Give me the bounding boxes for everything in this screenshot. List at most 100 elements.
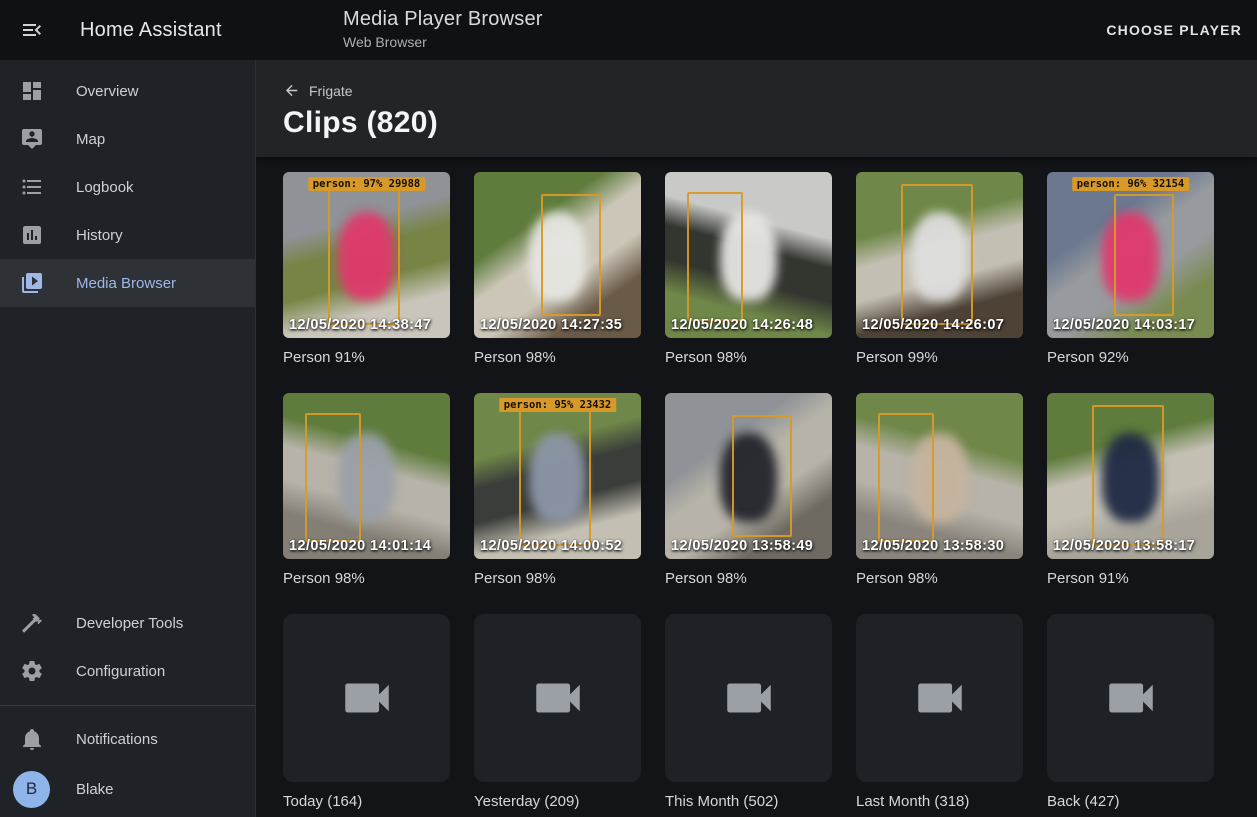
- detection-label: person: 96% 32154: [1072, 177, 1189, 191]
- detection-bbox: [687, 192, 744, 321]
- clip-caption: Person 91%: [1047, 570, 1214, 588]
- folder-card: [856, 614, 1023, 782]
- media-folder-tile[interactable]: Last Month (318): [856, 614, 1023, 811]
- media-clip-tile[interactable]: person: 97% 29988 12/05/2020 14:38:47 Pe…: [283, 172, 450, 367]
- media-clip-tile[interactable]: 12/05/2020 14:26:48 Person 98%: [665, 172, 832, 367]
- format-list-bulleted-icon: [20, 175, 44, 199]
- play-box-multiple-icon: [20, 271, 44, 295]
- detection-bbox: [519, 405, 591, 546]
- folder-card: [283, 614, 450, 782]
- sidebar-main-list: Overview Map Logbook History Media Brows…: [0, 60, 255, 307]
- hammer-icon: [20, 611, 44, 635]
- clip-timestamp-overlay: 12/05/2020 14:27:35: [480, 317, 622, 333]
- folder-caption: Yesterday (209): [474, 793, 641, 811]
- sidebar-item-media-browser[interactable]: Media Browser: [0, 259, 255, 307]
- media-grid: person: 97% 29988 12/05/2020 14:38:47 Pe…: [283, 172, 1214, 811]
- folder-card: [1047, 614, 1214, 782]
- folder-card: [474, 614, 641, 782]
- chart-box-icon: [20, 223, 44, 247]
- media-folder-tile[interactable]: Today (164): [283, 614, 450, 811]
- bell-icon: [20, 727, 44, 751]
- clip-timestamp-overlay: 12/05/2020 14:38:47: [289, 317, 431, 333]
- sidebar-bottom-list: Notifications: [0, 708, 255, 763]
- profile-name: Blake: [76, 781, 114, 798]
- page-title: Media Player Browser: [343, 8, 543, 31]
- arrow-left-icon: [283, 82, 300, 99]
- sidebar-item-history[interactable]: History: [0, 211, 255, 259]
- media-folder-tile[interactable]: Back (427): [1047, 614, 1214, 811]
- sidebar-divider: [0, 705, 255, 706]
- view-dashboard-icon: [20, 79, 44, 103]
- clip-caption: Person 92%: [1047, 349, 1214, 367]
- folder-caption: Today (164): [283, 793, 450, 811]
- cog-icon: [20, 659, 44, 683]
- detection-bbox: [878, 413, 935, 542]
- choose-player-button[interactable]: CHOOSE PLAYER: [1106, 0, 1242, 60]
- detection-bbox: [541, 194, 601, 317]
- clip-caption: Person 98%: [474, 349, 641, 367]
- clip-timestamp-overlay: 12/05/2020 14:03:17: [1053, 317, 1195, 333]
- detection-bbox: [328, 184, 400, 325]
- media-clip-tile[interactable]: person: 96% 32154 12/05/2020 14:03:17 Pe…: [1047, 172, 1214, 367]
- media-clip-tile[interactable]: 12/05/2020 14:27:35 Person 98%: [474, 172, 641, 367]
- sidebar-item-profile[interactable]: B Blake: [0, 763, 255, 815]
- media-clip-tile[interactable]: 12/05/2020 14:01:14 Person 98%: [283, 393, 450, 588]
- tooltip-account-icon: [20, 127, 44, 151]
- breadcrumb-label: Frigate: [309, 83, 353, 99]
- detection-bbox: [305, 413, 362, 542]
- page-head: Media Player Browser Web Browser: [343, 8, 543, 50]
- media-clip-tile[interactable]: 12/05/2020 13:58:17 Person 91%: [1047, 393, 1214, 588]
- clip-thumbnail: 12/05/2020 13:58:17: [1047, 393, 1214, 559]
- folder-caption: Back (427): [1047, 793, 1214, 811]
- media-clip-tile[interactable]: person: 95% 23432 12/05/2020 14:00:52 Pe…: [474, 393, 641, 588]
- sidebar-item-map[interactable]: Map: [0, 115, 255, 163]
- detection-bbox: [732, 415, 792, 538]
- clip-timestamp-overlay: 12/05/2020 13:58:49: [671, 538, 813, 554]
- menu-open-icon: [20, 18, 44, 42]
- clip-thumbnail: 12/05/2020 13:58:30: [856, 393, 1023, 559]
- clip-thumbnail: person: 96% 32154 12/05/2020 14:03:17: [1047, 172, 1214, 338]
- clip-timestamp-overlay: 12/05/2020 14:00:52: [480, 538, 622, 554]
- clip-caption: Person 99%: [856, 349, 1023, 367]
- folder-card: [665, 614, 832, 782]
- video-icon: [529, 669, 587, 727]
- clip-thumbnail: person: 97% 29988 12/05/2020 14:38:47: [283, 172, 450, 338]
- sidebar-spacer: [0, 307, 255, 592]
- video-icon: [338, 669, 396, 727]
- detection-label: person: 95% 23432: [499, 398, 616, 412]
- sidebar-item-notifications[interactable]: Notifications: [0, 715, 255, 763]
- media-folder-tile[interactable]: Yesterday (209): [474, 614, 641, 811]
- breadcrumb-back[interactable]: Frigate: [283, 82, 353, 99]
- clip-caption: Person 98%: [665, 349, 832, 367]
- video-icon: [720, 669, 778, 727]
- content-header: Frigate Clips (820): [256, 60, 1257, 157]
- clip-thumbnail: 12/05/2020 14:26:07: [856, 172, 1023, 338]
- detection-bbox: [901, 184, 973, 325]
- clip-timestamp-overlay: 12/05/2020 13:58:30: [862, 538, 1004, 554]
- media-clip-tile[interactable]: 12/05/2020 13:58:30 Person 98%: [856, 393, 1023, 588]
- media-clip-tile[interactable]: 12/05/2020 14:26:07 Person 99%: [856, 172, 1023, 367]
- sidebar-item-overview[interactable]: Overview: [0, 67, 255, 115]
- app-header: Home Assistant Media Player Browser Web …: [0, 0, 1257, 60]
- sidebar: Overview Map Logbook History Media Brows…: [0, 60, 256, 817]
- folder-caption: Last Month (318): [856, 793, 1023, 811]
- avatar: B: [13, 771, 50, 808]
- clip-caption: Person 98%: [665, 570, 832, 588]
- sidebar-item-developer-tools[interactable]: Developer Tools: [0, 599, 255, 647]
- clip-caption: Person 98%: [856, 570, 1023, 588]
- page-heading: Clips (820): [283, 106, 1257, 140]
- sidebar-item-configuration[interactable]: Configuration: [0, 647, 255, 695]
- media-folder-tile[interactable]: This Month (502): [665, 614, 832, 811]
- clip-caption: Person 91%: [283, 349, 450, 367]
- clip-thumbnail: 12/05/2020 14:01:14: [283, 393, 450, 559]
- page-subtitle: Web Browser: [343, 34, 543, 50]
- clip-timestamp-overlay: 12/05/2020 14:01:14: [289, 538, 431, 554]
- clip-thumbnail: person: 95% 23432 12/05/2020 14:00:52: [474, 393, 641, 559]
- media-clip-tile[interactable]: 12/05/2020 13:58:49 Person 98%: [665, 393, 832, 588]
- media-browser-content: person: 97% 29988 12/05/2020 14:38:47 Pe…: [256, 157, 1257, 817]
- app-title: Home Assistant: [80, 19, 222, 42]
- clip-timestamp-overlay: 12/05/2020 14:26:07: [862, 317, 1004, 333]
- sidebar-secondary-list: Developer Tools Configuration: [0, 592, 255, 695]
- sidebar-item-logbook[interactable]: Logbook: [0, 163, 255, 211]
- sidebar-toggle-button[interactable]: [8, 6, 56, 54]
